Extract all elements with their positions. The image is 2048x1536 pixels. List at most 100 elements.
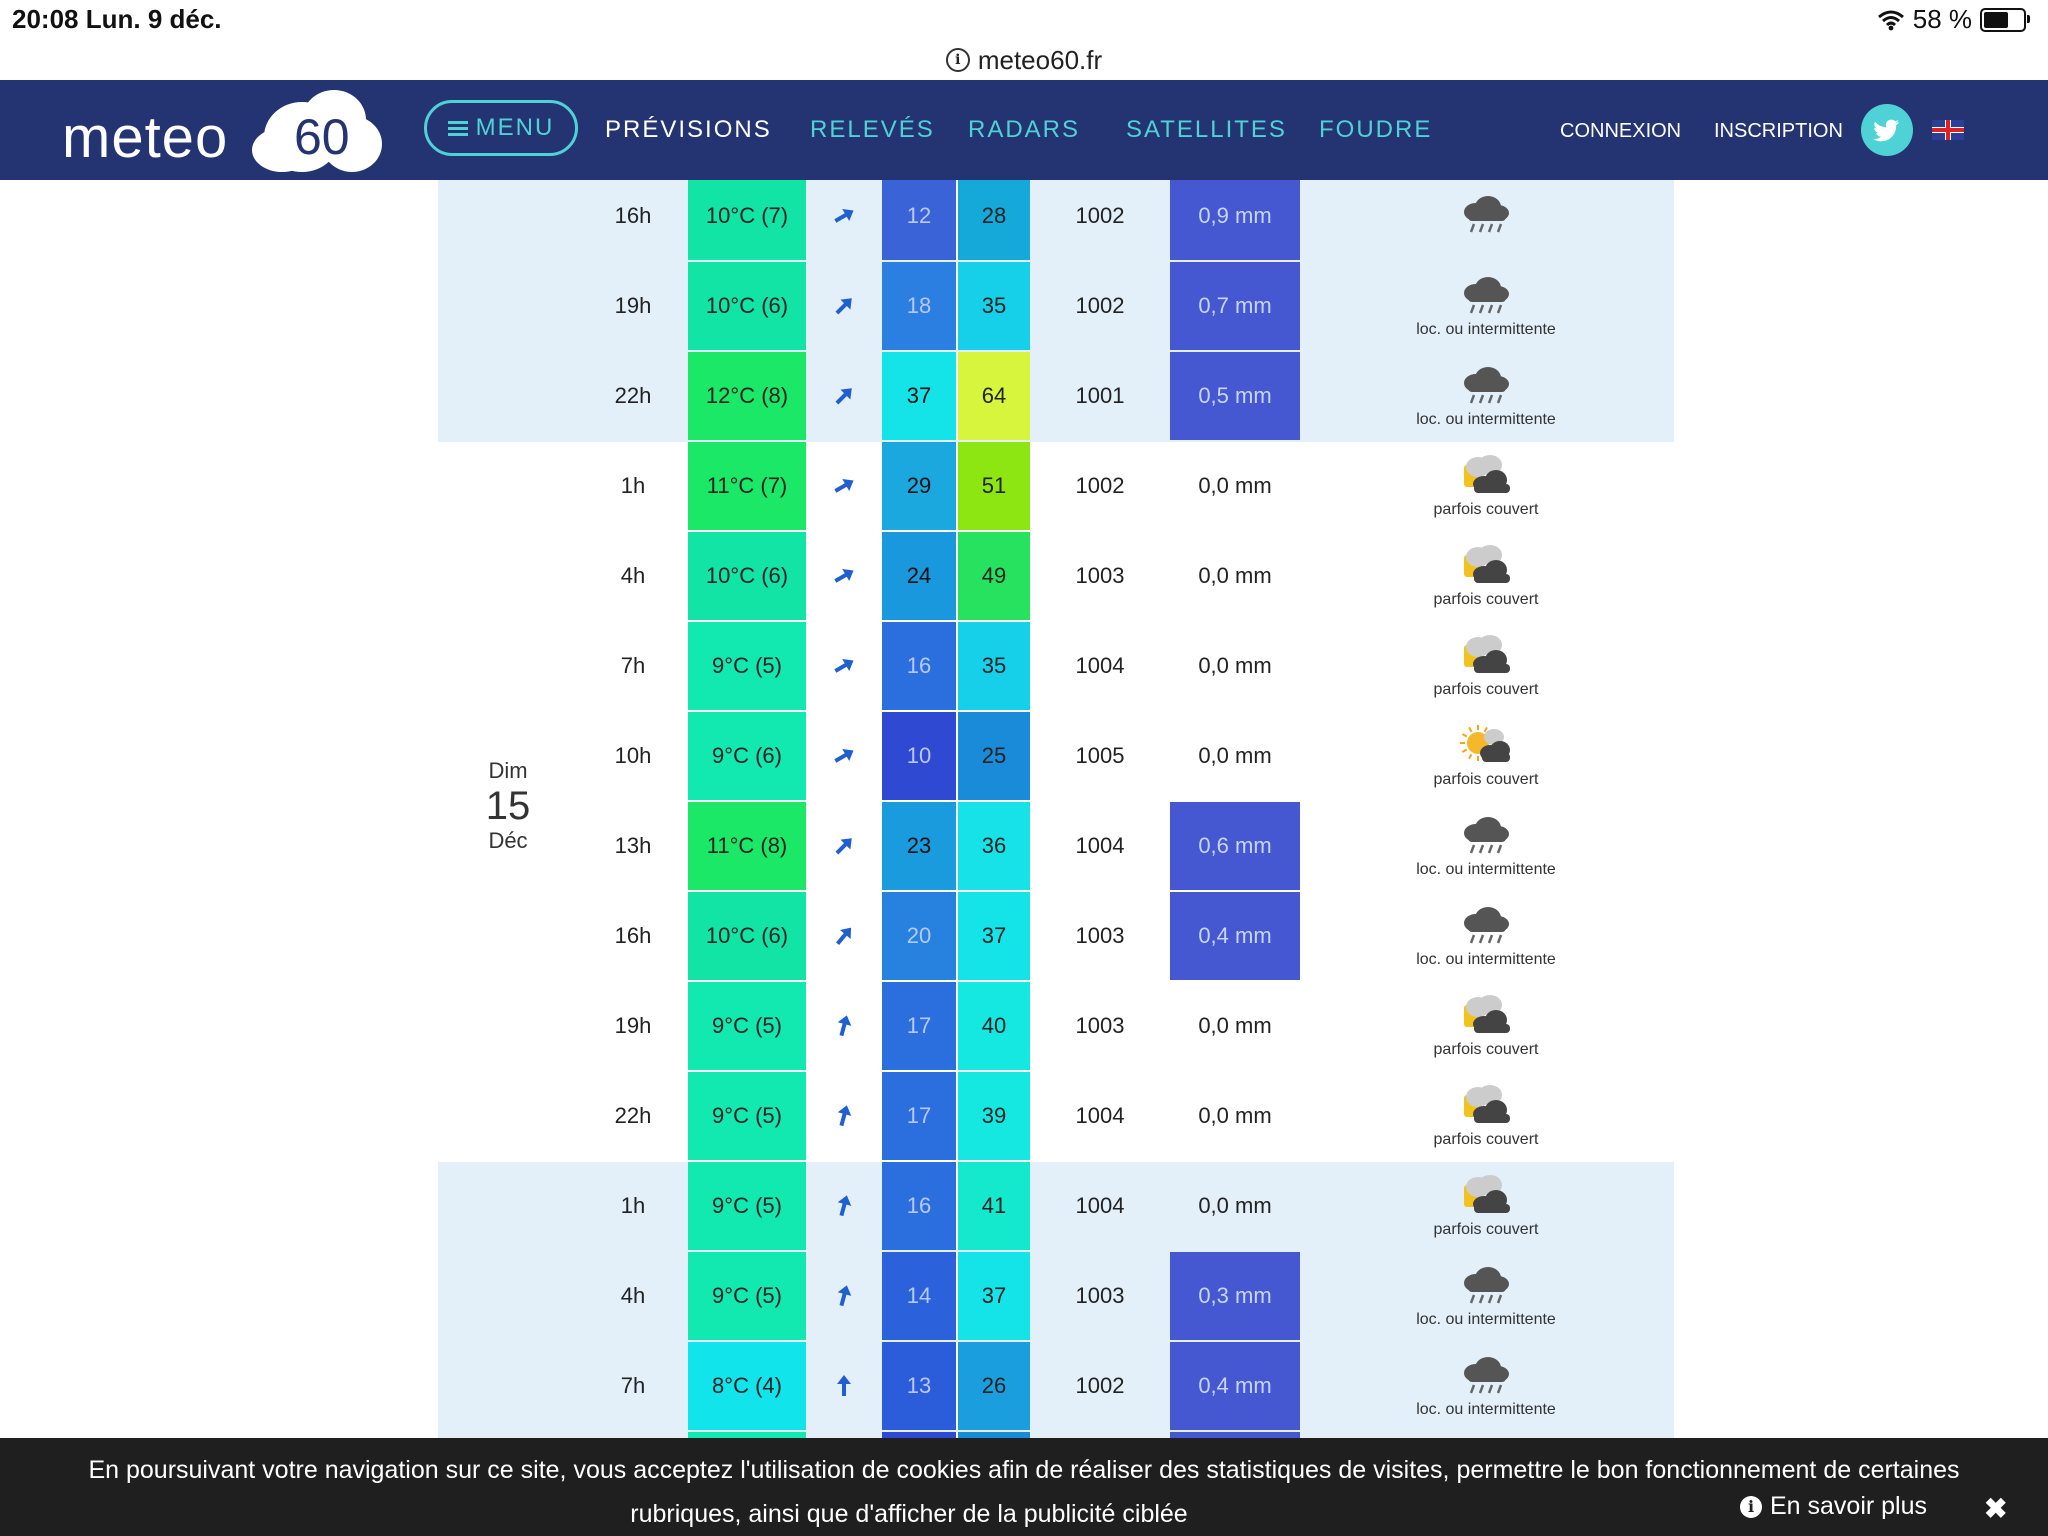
cloud-sun-icon [1464, 545, 1510, 583]
wind-direction-icon [837, 1105, 852, 1127]
connexion-link[interactable]: CONNEXION [1560, 120, 1681, 143]
day-cell [438, 532, 578, 620]
sky-description: parfois couvert [1433, 591, 1539, 608]
sun-cloud-icon [1460, 725, 1510, 762]
hour-cell: 1h [620, 1193, 646, 1218]
temperature-cell: 11°C (8) [688, 802, 806, 890]
inscription-link[interactable]: INSCRIPTION [1714, 120, 1843, 143]
rain-cell: 0,0 mm [1170, 442, 1300, 530]
table-row: 16h 10°C (6) 20 37 1003 0,4 mm loc. ou intermi… [438, 892, 1674, 982]
logo-number: 60 [294, 109, 350, 165]
cloud-sun-icon [1464, 455, 1510, 493]
wind-direction-cell [806, 1072, 882, 1160]
pressure-cell: 1003 [1030, 982, 1170, 1070]
sky-description: parfois couvert [1433, 1131, 1539, 1148]
sky-cell: parfois couvert [1300, 442, 1672, 530]
day-cell [438, 442, 578, 530]
temperature-cell: 10°C (6) [688, 262, 806, 350]
wind-average-cell: 20 [882, 892, 956, 980]
hour-cell: 10h [578, 712, 688, 800]
site-logo[interactable]: meteo 60 [62, 86, 392, 174]
wind-average-cell: 16 [882, 622, 956, 710]
cloud-sun-icon [1464, 635, 1510, 673]
hamburger-icon [447, 121, 468, 136]
day-label: Dim 15 Déc [438, 758, 578, 854]
rain-cloud-icon [1464, 196, 1509, 233]
wind-average-cell: 18 [882, 262, 956, 350]
table-row: 7h 9°C (5) 16 35 1004 0,0 mm parfois couvert [438, 622, 1674, 712]
wind-direction-icon [837, 1015, 852, 1037]
nav-releves[interactable]: RELEVÉS [810, 116, 935, 144]
wind-gust-cell: 28 [956, 180, 1030, 260]
sky-cell: parfois couvert [1300, 532, 1672, 620]
sky-cell: loc. ou intermittente [1300, 1252, 1672, 1340]
pressure-cell: 1005 [1030, 712, 1170, 800]
cloud-sun-icon [1464, 1085, 1510, 1123]
nav-foudre[interactable]: FOUDRE [1319, 116, 1432, 144]
forecast-grid: 16h 10°C (7) 12 28 1002 0,9 mm 19h 10°C (6) 18 35… [438, 180, 1674, 1438]
table-row: 22h 12°C (8) 37 64 1001 0,5 mm loc. ou intermi… [438, 352, 1674, 442]
sky-cell: loc. ou intermittente [1300, 352, 1672, 440]
wind-direction-cell [806, 712, 882, 800]
sky-cell: parfois couvert [1300, 1162, 1672, 1250]
table-row: 1h 9°C (5) 16 41 1004 0,0 mm parfois couvert [438, 1162, 1674, 1252]
hour-cell: 7h [578, 622, 688, 710]
hour-cell: 22h [578, 1072, 688, 1160]
table-row: 19h 10°C (6) 18 35 1002 0,7 mm loc. ou intermi… [438, 262, 1674, 352]
wind-direction-cell [806, 892, 882, 980]
info-icon[interactable]: i [945, 48, 970, 72]
hour-cell: 16h [614, 203, 652, 228]
nav-radars[interactable]: RADARS [968, 116, 1080, 144]
wind-average-cell: 14 [882, 1252, 956, 1340]
wind-gust-cell: 26 [956, 1342, 1030, 1430]
sky-cell: parfois couvert [1300, 1072, 1672, 1160]
day-cell [438, 1342, 578, 1430]
table-row: 4h 10°C (6) 24 49 1003 0,0 mm parfois couvert [438, 532, 1674, 622]
rain-cloud-icon [1464, 817, 1509, 854]
wind-direction-cell [806, 352, 882, 440]
sky-cell: parfois couvert [1300, 622, 1672, 710]
twitter-button[interactable] [1861, 104, 1913, 156]
wifi-icon [1877, 10, 1904, 30]
cookie-more-link[interactable]: i En savoir plus [1740, 1492, 1927, 1521]
menu-button[interactable]: MENU [424, 100, 578, 156]
sky-cell: loc. ou intermittente [1300, 1342, 1672, 1430]
wind-direction-cell [806, 802, 882, 890]
rain-cell: 0,0 mm [1198, 1193, 1272, 1218]
english-flag-icon[interactable] [1932, 120, 1964, 140]
hour-cell: 19h [578, 982, 688, 1070]
sky-description: parfois couvert [1433, 771, 1539, 788]
wind-gust-cell: 41 [956, 1162, 1030, 1250]
table-row: 22h 9°C (5) 17 39 1004 0,0 mm parfois couvert [438, 1072, 1674, 1162]
day-cell [438, 982, 578, 1070]
rain-cloud-icon [1464, 907, 1509, 944]
sky-description: parfois couvert [1433, 681, 1539, 698]
day-cell [438, 1072, 578, 1160]
day-cell [438, 1252, 578, 1340]
sky-description: parfois couvert [1433, 501, 1539, 518]
pressure-cell: 1003 [1030, 892, 1170, 980]
hour-cell: 4h [578, 532, 688, 620]
nav-previsions[interactable]: PRÉVISIONS [605, 116, 772, 144]
cookie-close-button[interactable]: ✖ [1984, 1492, 2007, 1525]
sky-description: loc. ou intermittente [1416, 861, 1556, 878]
day-number: 15 [485, 784, 531, 828]
pressure-cell: 1004 [1030, 802, 1170, 890]
wind-gust-cell: 37 [956, 892, 1030, 980]
sky-description: parfois couvert [1433, 1221, 1539, 1238]
day-cell [438, 262, 578, 350]
nav-satellites[interactable]: SATELLITES [1126, 116, 1287, 144]
wind-direction-icon [837, 1195, 852, 1217]
sky-description: loc. ou intermittente [1416, 1401, 1556, 1418]
address-bar[interactable]: i meteo60.fr [0, 40, 2048, 80]
cloud-sun-icon [1464, 1175, 1510, 1213]
rain-cell: 0,6 mm [1170, 802, 1300, 890]
cookie-more-label: En savoir plus [1770, 1492, 1928, 1520]
rain-cell: 0,0 mm [1170, 622, 1300, 710]
battery-percent: 58 % [1912, 4, 1972, 34]
wind-gust-cell: 35 [956, 262, 1030, 350]
logo-cloud-icon: 60 [250, 90, 384, 176]
hour-cell: 16h [578, 892, 688, 980]
url-text[interactable]: meteo60.fr [978, 45, 1102, 76]
pressure-cell: 1002 [1075, 203, 1125, 228]
